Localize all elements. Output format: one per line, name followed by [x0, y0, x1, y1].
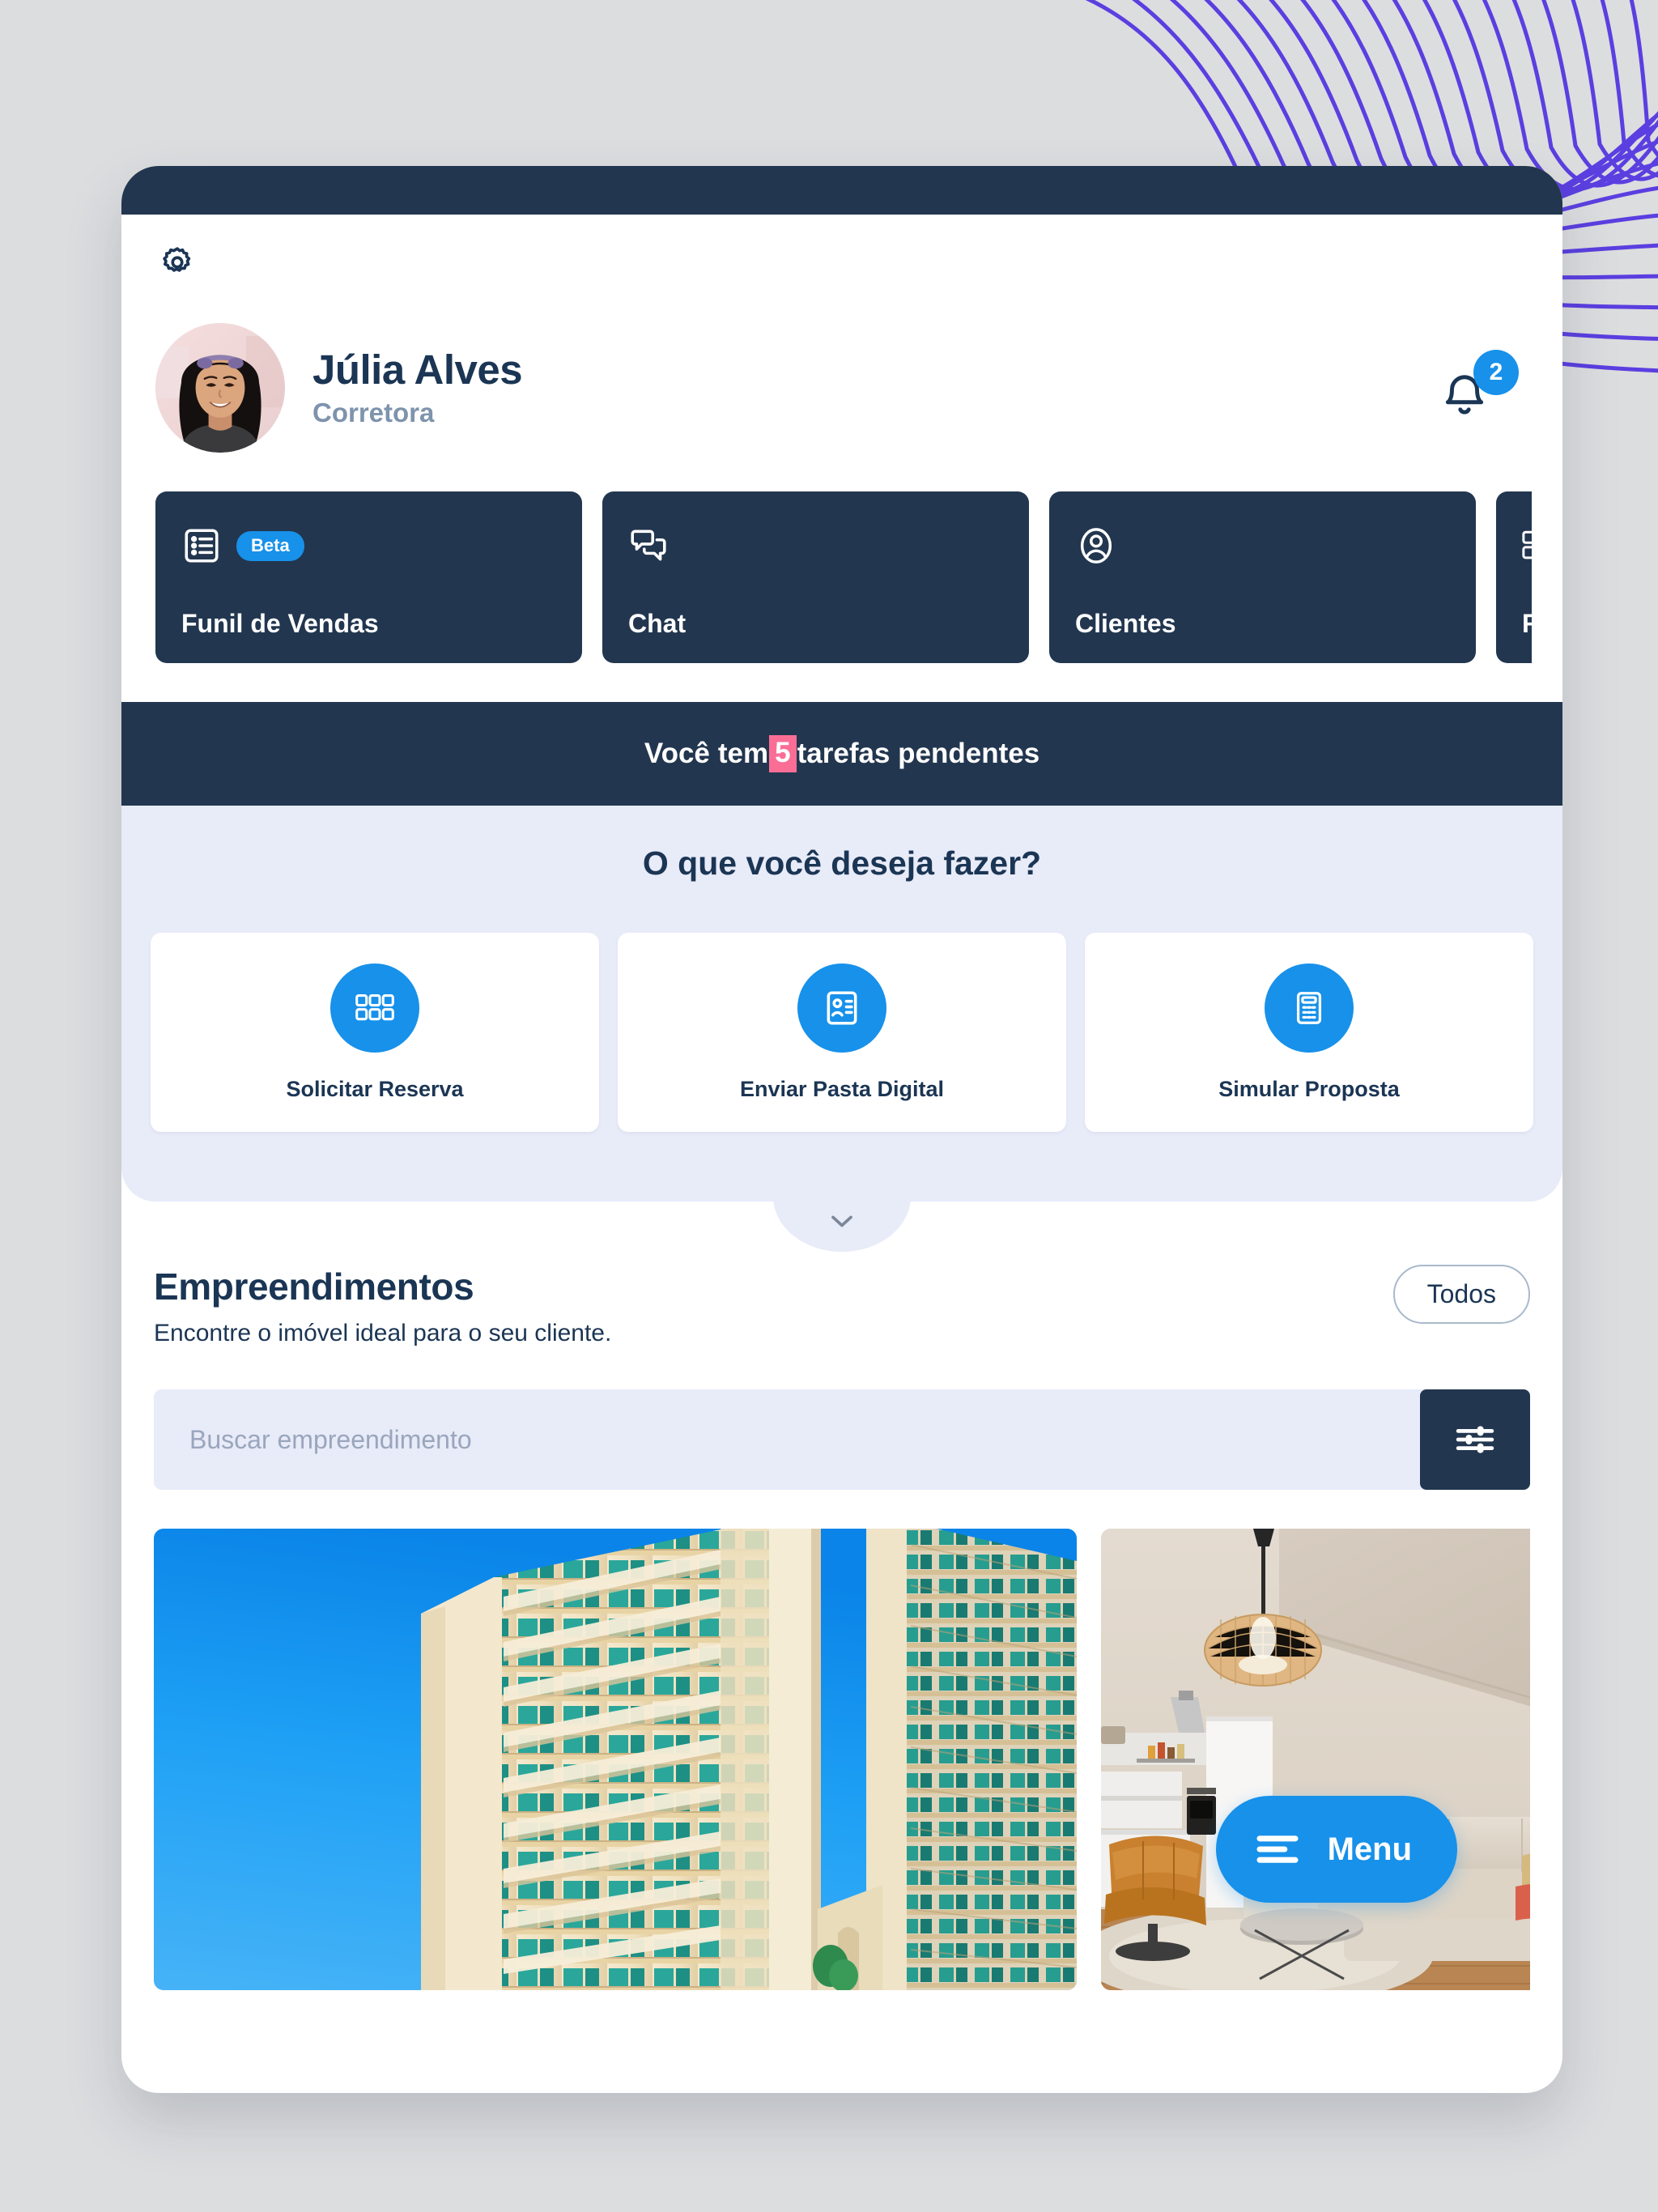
action-card-solicitar-reserva[interactable]: Solicitar Reserva [151, 933, 599, 1132]
user-circle-icon [1080, 528, 1112, 564]
calculator-icon [1296, 991, 1322, 1024]
action-icon-wrapper [797, 963, 886, 1053]
action-icon-wrapper [330, 963, 419, 1053]
filter-pill-todos[interactable]: Todos [1392, 1265, 1530, 1324]
gear-icon [163, 247, 191, 272]
hamburger-icon [1256, 1836, 1299, 1863]
page-subtitle: Encontre o imóvel ideal para o seu clien… [154, 1320, 612, 1346]
avatar[interactable] [155, 323, 285, 453]
action-card-enviar-pasta-digital[interactable]: Enviar Pasta Digital [618, 933, 1066, 1132]
nav-card-label: Reserv [1522, 609, 1532, 638]
nav-card-icon-row [628, 522, 1003, 569]
quick-actions-row: Solicitar Reserva Enviar Pasta Digital S… [121, 933, 1562, 1132]
page-title: Empreendimentos [154, 1266, 474, 1308]
app-header: Júlia Alves Corretora 2 Beta Funil de Ve… [121, 215, 1562, 702]
property-image-building [154, 1529, 1077, 1990]
nav-card-funil-de-vendas[interactable]: Beta Funil de Vendas [155, 491, 582, 663]
beta-badge: Beta [236, 530, 304, 561]
action-label: Enviar Pasta Digital [739, 1076, 945, 1101]
listings-header: Empreendimentos Encontre o imóvel ideal … [154, 1265, 1530, 1347]
nav-card-clientes[interactable]: Clientes [1049, 491, 1476, 663]
menu-fab-button[interactable]: Menu [1215, 1796, 1457, 1903]
tasks-suffix: tarefas pendentes [797, 738, 1040, 769]
profile-role: Corretora [312, 398, 435, 428]
profile-name: Júlia Alves [312, 346, 523, 393]
search-row [154, 1389, 1530, 1490]
list-icon [185, 529, 219, 563]
chat-bubbles-icon [631, 530, 666, 561]
status-bar [121, 166, 1562, 215]
tasks-prefix: Você [644, 738, 710, 769]
chevron-down-icon [831, 1215, 852, 1227]
tasks-count: 5 [769, 735, 797, 772]
action-card-simular-proposta[interactable]: Simular Proposta [1085, 933, 1533, 1132]
property-card[interactable] [154, 1529, 1077, 1990]
nav-card-label: Chat [628, 609, 687, 638]
notifications-button[interactable]: 2 [1439, 350, 1519, 423]
nav-card-label: Clientes [1075, 609, 1176, 638]
search-input[interactable] [154, 1389, 1425, 1490]
sliders-icon [1456, 1426, 1494, 1453]
grid-blocks-icon [355, 993, 394, 1020]
quick-actions-title: O que você deseja fazer? [642, 844, 1042, 882]
nav-card-icon-row: Beta [181, 522, 556, 569]
tasks-middle: tem [717, 738, 769, 769]
nav-card-chat[interactable]: Chat [602, 491, 1029, 663]
profile-text: Júlia Alves Corretora [312, 347, 1439, 428]
grid-blocks-icon [1522, 530, 1532, 559]
nav-card-reservas[interactable]: Reserv [1496, 491, 1532, 663]
action-label: Solicitar Reserva [286, 1076, 464, 1101]
quick-actions-panel: O que você deseja fazer? Solicitar Reser… [121, 806, 1562, 1252]
listings-heading-group: Empreendimentos Encontre o imóvel ideal … [154, 1265, 611, 1347]
profile-row: Júlia Alves Corretora 2 [152, 323, 1532, 453]
app-window: Júlia Alves Corretora 2 Beta Funil de Ve… [121, 166, 1562, 2093]
nav-card-label: Funil de Vendas [181, 609, 379, 638]
action-label: Simular Proposta [1218, 1076, 1400, 1101]
nav-card-icon-row [1522, 522, 1532, 569]
settings-row [152, 215, 1532, 284]
property-image-interior [1101, 1529, 1530, 1990]
action-icon-wrapper [1265, 963, 1354, 1053]
settings-button[interactable] [155, 240, 199, 284]
nav-card-icon-row [1075, 522, 1450, 569]
property-card[interactable] [1101, 1529, 1530, 1990]
id-card-icon [827, 990, 857, 1025]
avatar-image [155, 323, 285, 453]
pending-tasks-banner[interactable]: Você tem 5 tarefas pendentes [121, 702, 1562, 806]
notification-badge: 2 [1473, 350, 1519, 395]
nav-cards-strip[interactable]: Beta Funil de Vendas Chat Clientes R [155, 453, 1532, 702]
property-cards-row[interactable] [154, 1529, 1530, 1990]
menu-fab-label: Menu [1327, 1831, 1412, 1867]
search-filter-button[interactable] [1420, 1389, 1530, 1490]
